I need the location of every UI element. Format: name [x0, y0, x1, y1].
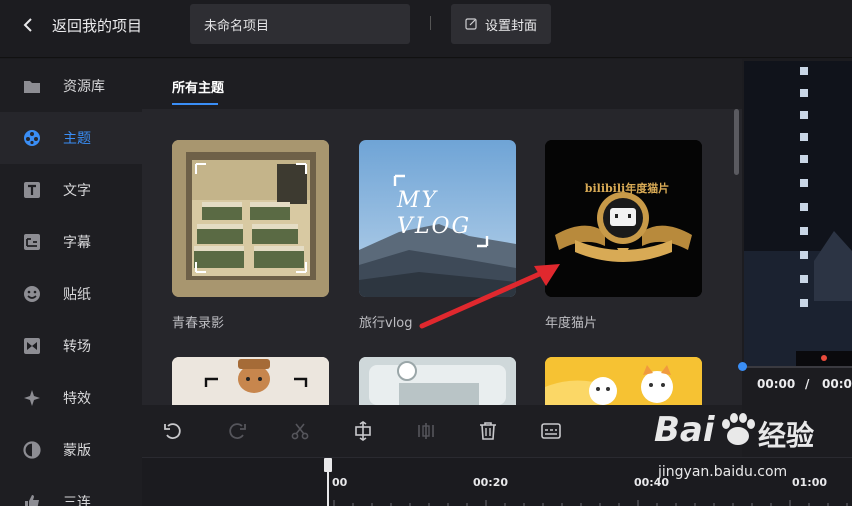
- sidebar-item-effects[interactable]: 特效: [0, 372, 142, 424]
- theme-card-4[interactable]: [172, 357, 329, 405]
- cut-icon: [291, 423, 309, 440]
- ruler-ticks: [333, 500, 848, 506]
- subtitle-icon: [23, 233, 41, 251]
- theme-card-6[interactable]: [545, 357, 702, 405]
- sidebar-item-library[interactable]: 资源库: [0, 60, 142, 112]
- back-button[interactable]: 返回我的项目: [22, 12, 142, 38]
- sidebar-item-label: 蒙版: [63, 443, 91, 459]
- theme-thumbnail: [172, 357, 329, 405]
- sidebar-item-label: 三连: [63, 495, 91, 506]
- tick-label: 00:20: [473, 476, 509, 489]
- sidebar-item-subtitle[interactable]: 字幕: [0, 216, 142, 268]
- vlog-title-text: MY VLOG: [397, 188, 472, 239]
- sidebar-item-label: 资源库: [63, 79, 105, 95]
- tab-bar: 所有主题: [142, 59, 742, 109]
- sidebar-item-triple[interactable]: 三连: [0, 476, 142, 506]
- chevron-left-icon: [23, 18, 32, 32]
- tab-all-themes[interactable]: 所有主题: [172, 77, 224, 96]
- redo-button[interactable]: [225, 419, 249, 443]
- sticker-icon: [23, 285, 41, 303]
- top-bar: 返回我的项目 设置封面: [0, 0, 852, 58]
- divider: [430, 16, 431, 30]
- folder-icon: [23, 77, 41, 95]
- mask-icon: [23, 441, 41, 459]
- scrollbar[interactable]: [734, 109, 739, 175]
- tick-label: 01:00: [792, 476, 828, 489]
- sidebar-item-label: 文字: [63, 183, 91, 199]
- theme-panel: 所有主题 青春录影 MY VLOG 旅行vlog bilibili年度猫片 年度…: [142, 59, 742, 405]
- sidebar: 资源库 主题 文字 字幕 贴纸 转场 特效 蒙版 三连: [0, 59, 142, 506]
- preview-progress-handle[interactable]: [738, 362, 747, 371]
- subtitle-edit-button[interactable]: [539, 419, 563, 443]
- split-icon: [418, 423, 434, 439]
- sidebar-item-transition[interactable]: 转场: [0, 320, 142, 372]
- theme-label: 青春录影: [172, 316, 225, 331]
- timeline-ruler[interactable]: 00 00:20 00:40 01:00: [142, 457, 852, 506]
- back-label: 返回我的项目: [52, 16, 143, 35]
- annotation-arrow-icon: [419, 264, 560, 329]
- undo-button[interactable]: [161, 419, 185, 443]
- sidebar-item-sticker[interactable]: 贴纸: [0, 268, 142, 320]
- time-separator: /: [805, 377, 810, 391]
- preview-progress-track[interactable]: [742, 366, 852, 368]
- thumbs-up-icon: [23, 493, 41, 506]
- total-time: 00:0: [822, 377, 852, 391]
- effects-icon: [23, 389, 41, 407]
- sidebar-item-text[interactable]: 文字: [0, 164, 142, 216]
- preview-panel: 00:00 / 00:0: [738, 59, 852, 506]
- sidebar-item-mask[interactable]: 蒙版: [0, 424, 142, 476]
- sidebar-item-label: 特效: [63, 391, 91, 407]
- sidebar-item-label: 贴纸: [63, 287, 91, 303]
- theme-label: 旅行vlog: [359, 316, 413, 331]
- redo-icon: [229, 423, 246, 439]
- theme-reel-icon: [23, 129, 41, 147]
- theme-card-5[interactable]: [359, 357, 516, 405]
- cut-button[interactable]: [288, 419, 312, 443]
- sidebar-item-label: 转场: [63, 339, 91, 355]
- delete-button[interactable]: [476, 419, 500, 443]
- delete-icon: [480, 422, 496, 440]
- theme-thumbnail: [545, 357, 702, 405]
- theme-thumbnail: [172, 140, 329, 297]
- playhead-handle[interactable]: [324, 458, 332, 472]
- tick-label: 00: [332, 476, 348, 489]
- theme-card-youth[interactable]: 青春录影: [172, 140, 329, 331]
- project-name-input[interactable]: [190, 4, 410, 44]
- crop-button[interactable]: [351, 419, 375, 443]
- sidebar-item-label: 主题: [63, 131, 91, 147]
- split-button[interactable]: [414, 419, 438, 443]
- crop-icon: [355, 421, 371, 441]
- set-cover-label: 设置封面: [484, 18, 537, 34]
- current-time: 00:00: [757, 377, 796, 391]
- cat-title-text: bilibili年度猫片: [584, 182, 670, 195]
- theme-thumbnail: [359, 357, 516, 405]
- preview-screen: [744, 61, 852, 366]
- transition-icon: [23, 337, 41, 355]
- sidebar-item-label: 字幕: [63, 235, 91, 251]
- edit-toolbar: [142, 405, 742, 457]
- set-cover-button[interactable]: 设置封面: [451, 4, 551, 44]
- tick-label: 00:40: [634, 476, 670, 489]
- undo-icon: [164, 423, 181, 439]
- tab-underline: [172, 103, 218, 105]
- edit-icon: [465, 18, 477, 30]
- text-icon: [23, 181, 41, 199]
- subtitle-edit-icon: [541, 423, 561, 439]
- sidebar-item-theme[interactable]: 主题: [0, 112, 142, 164]
